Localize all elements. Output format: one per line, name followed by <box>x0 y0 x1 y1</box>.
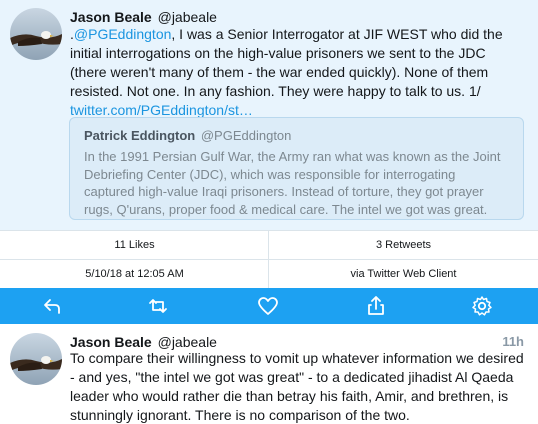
quoted-tweet-text: In the 1991 Persian Gulf War, the Army r… <box>84 149 501 217</box>
tweet-date: 5/10/18 at 12:05 AM <box>85 268 184 280</box>
tweet-client: via Twitter Web Client <box>350 268 457 280</box>
mention-link[interactable]: @PGEddington <box>74 26 172 42</box>
quoted-tweet-card[interactable]: Patrick Eddington @PGEddington In the 19… <box>69 117 524 220</box>
retweet-icon[interactable] <box>146 294 170 318</box>
reply-avatar[interactable] <box>10 333 62 385</box>
avatar[interactable] <box>10 8 62 60</box>
reply-handle[interactable]: @jabeale <box>158 334 217 350</box>
share-icon[interactable] <box>364 294 388 318</box>
handle[interactable]: @jabeale <box>158 9 217 25</box>
action-bar <box>0 288 538 324</box>
quoted-display-name: Patrick Eddington <box>84 128 196 143</box>
reply-tweet-text: To compare their willingness to vomit up… <box>70 350 524 423</box>
display-name[interactable]: Jason Beale <box>70 9 152 25</box>
settings-icon[interactable] <box>470 294 494 318</box>
quoted-tweet-link[interactable]: twitter.com/PGEddington/st… <box>70 102 253 118</box>
selected-tweet[interactable]: Jason Beale @jabeale .@PGEddington, I wa… <box>0 0 538 230</box>
like-icon[interactable] <box>256 294 280 318</box>
reply-timestamp[interactable]: 11h <box>502 334 524 349</box>
quoted-handle: @PGEddington <box>200 128 292 143</box>
meta-row: 5/10/18 at 12:05 AM via Twitter Web Clie… <box>0 259 538 288</box>
quoted-tweet-header: Patrick Eddington @PGEddington <box>84 127 509 144</box>
likes-count[interactable]: 11 Likes <box>0 231 269 259</box>
reply-display-name[interactable]: Jason Beale <box>70 334 152 350</box>
tweet-text: .@PGEddington, I was a Senior Interrogat… <box>70 25 525 120</box>
tweet-header: Jason Beale @jabeale <box>70 8 217 26</box>
reply-icon[interactable] <box>40 294 64 318</box>
retweets-count[interactable]: 3 Retweets <box>269 231 538 259</box>
engagement-row: 11 Likes 3 Retweets <box>0 230 538 259</box>
